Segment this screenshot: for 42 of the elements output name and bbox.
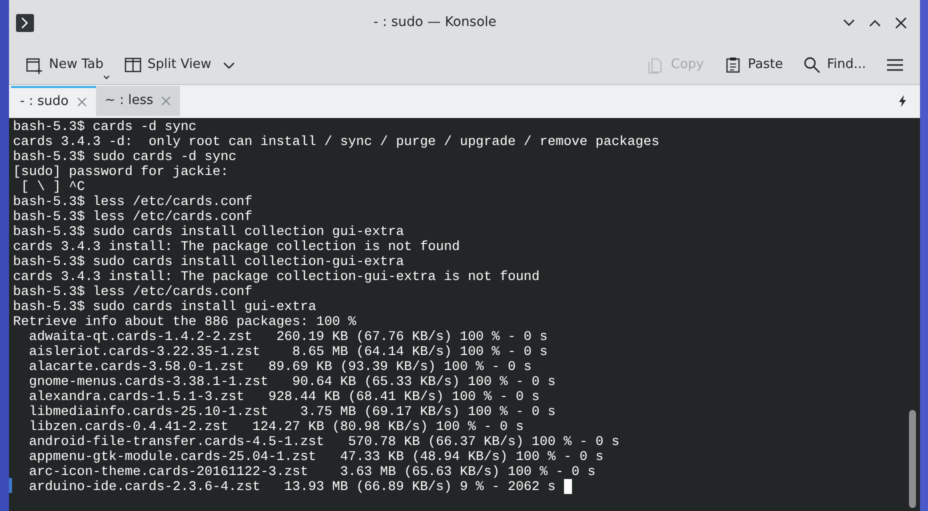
menu-icon [886,56,904,74]
split-view-button[interactable]: Split View [116,51,244,79]
terminal-line: bash-5.3$ sudo cards install gui-extra [13,299,316,314]
new-tab-icon [25,56,43,74]
terminal-line: Retrieve info about the 886 packages: 100 % [13,314,356,329]
terminal-line: gnome-menus.cards-3.38.1-1.zst 90.64 KB (65.33 KB/s) 100 % - 0 s [28,374,556,389]
new-tab-button[interactable]: New Tab [17,51,112,79]
terminal-line: bash-5.3$ sudo cards install collection-gui-extra [13,254,404,269]
terminal-line: bash-5.3$ sudo cards -d sync [13,149,236,164]
close-icon[interactable] [76,97,87,107]
terminal-line: [sudo] password for jackie: [13,164,228,179]
terminal-line: cards 3.4.3 -d: only root can install / sync / purge / upgrade / remove packages [13,134,660,149]
lightning-icon[interactable] [898,95,908,107]
terminal-line: alexandra.cards-1.5.1-3.zst 928.44 KB (68.41 KB/s) 100 % - 0 s [28,389,540,404]
terminal-line: aisleriot.cards-3.22.35-1.zst 8.65 MB (64.14 KB/s) 100 % - 0 s [28,344,548,359]
terminal-line: android-file-transfer.cards-4.5-1.zst 570.78 KB (66.37 KB/s) 100 % - 0 s [28,434,620,449]
caret-icon [102,74,110,80]
find-button[interactable]: Find... [794,51,874,79]
terminal-line: alacarte.cards-3.58.0-1.zst 89.69 KB (93.39 KB/s) 100 % - 0 s [28,359,532,374]
terminal-line: bash-5.3$ less /etc/cards.conf [13,209,252,224]
split-view-icon [124,56,142,74]
window-title: - : sudo — Konsole [372,14,498,32]
clipboard-icon [724,56,742,74]
terminal-line: appmenu-gtk-module.cards-25.04-1.zst 47.33 KB (48.94 KB/s) 100 % - 0 s [28,449,604,464]
paste-button[interactable]: Paste [716,51,791,79]
terminal-line: arc-icon-theme.cards-20161122-3.zst 3.63 MB (65.63 KB/s) 100 % - 0 s [28,464,596,479]
close-icon [894,16,908,30]
terminal-line: arduino-ide.cards-2.3.6-4.zst 13.93 MB (66.89 KB/s) 9 % - 2062 s [28,479,556,494]
search-icon [802,56,821,74]
terminal-line: cards 3.4.3 install: The package collection-gui-extra is not found [13,269,540,284]
terminal-line: bash-5.3$ cards -d sync [13,119,197,134]
terminal-line: libmediainfo.cards-25.10-1.zst 3.75 MB (69.17 KB/s) 100 % - 0 s [28,404,556,419]
terminal-line: bash-5.3$ less /etc/cards.conf [13,284,252,299]
terminal-tab[interactable]: ~ : less [96,86,180,116]
terminal-line: libzen.cards-0.4.41-2.zst 124.27 KB (80.98 KB/s) 100 % - 0 s [28,419,524,434]
terminal-line: [ \ ] ^C [20,179,85,194]
terminal-line: bash-5.3$ less /etc/cards.conf [13,194,252,209]
terminal-line: cards 3.4.3 install: The package collection is not found [13,239,460,254]
terminal-line: adwaita-qt.cards-1.4.2-2.zst 260.19 KB (67.76 KB/s) 100 % - 0 s [28,329,548,344]
terminal-line: bash-5.3$ sudo cards install collection gui-extra [13,224,404,239]
text-cursor [564,479,572,494]
terminal-app-icon [16,14,34,32]
